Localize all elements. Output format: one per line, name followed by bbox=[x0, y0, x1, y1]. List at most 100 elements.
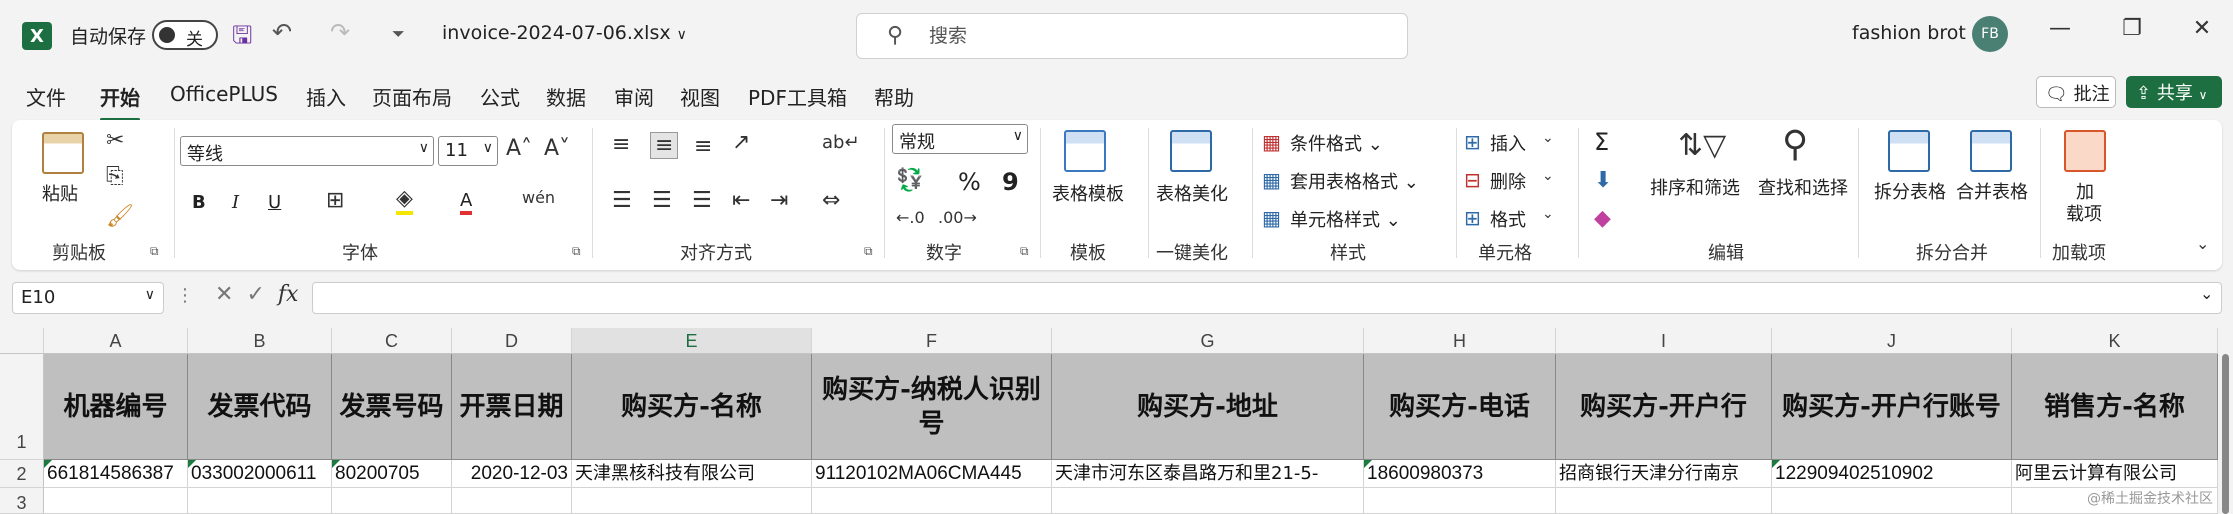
header-cell[interactable]: 购买方-开户行账号 bbox=[1772, 354, 2012, 460]
find-select-button[interactable]: 查找和选择 bbox=[1758, 174, 1848, 200]
undo-icon[interactable]: ↶ bbox=[272, 18, 292, 46]
expand-formula-bar-icon[interactable]: ⌄ bbox=[2200, 284, 2213, 303]
close-icon[interactable]: ✕ bbox=[2182, 16, 2222, 41]
dialog-launcher-icon[interactable]: ⧉ bbox=[572, 244, 581, 259]
customize-quick-access-icon[interactable]: ⏷ bbox=[392, 24, 405, 44]
share-button[interactable]: ⇪ 共享 ∨ bbox=[2126, 76, 2222, 108]
font-color-button[interactable]: A bbox=[460, 190, 473, 215]
header-cell[interactable]: 发票号码 bbox=[332, 354, 452, 460]
format-cells-button[interactable]: 格式 bbox=[1490, 206, 1526, 232]
tab-file[interactable]: 文件 bbox=[26, 82, 66, 111]
align-center-icon[interactable]: ☰ bbox=[652, 188, 672, 213]
header-cell[interactable]: 发票代码 bbox=[188, 354, 332, 460]
header-cell[interactable]: 开票日期 bbox=[452, 354, 572, 460]
phonetic-icon[interactable]: wén bbox=[522, 188, 555, 207]
add-ins-button-line2[interactable]: 载项 bbox=[2066, 200, 2102, 226]
number-format-select[interactable]: 常规 ∨ bbox=[892, 124, 1028, 154]
tab-formulas[interactable]: 公式 bbox=[480, 82, 520, 111]
data-cell[interactable]: 招商银行天津分行南京 bbox=[1556, 460, 1772, 488]
insert-function-icon[interactable]: fx bbox=[278, 282, 299, 307]
tab-view[interactable]: 视图 bbox=[680, 82, 720, 111]
minimize-icon[interactable]: — bbox=[2040, 16, 2080, 41]
add-ins-icon[interactable] bbox=[2064, 130, 2106, 172]
row-header-1[interactable]: 1 bbox=[0, 354, 44, 460]
header-cell[interactable]: 购买方-地址 bbox=[1052, 354, 1364, 460]
insert-cells-button[interactable]: 插入 bbox=[1490, 130, 1526, 156]
header-cell[interactable]: 购买方-名称 bbox=[572, 354, 812, 460]
enter-icon[interactable]: ✓ bbox=[246, 282, 264, 307]
increase-indent-icon[interactable]: ⇥ bbox=[770, 188, 788, 213]
empty-cell[interactable] bbox=[1772, 488, 2012, 514]
dialog-launcher-icon[interactable]: ⧉ bbox=[1020, 244, 1029, 259]
scrollbar-thumb[interactable] bbox=[2222, 354, 2229, 514]
italic-button[interactable]: I bbox=[232, 192, 239, 213]
format-cells-icon[interactable]: ⊞ bbox=[1464, 206, 1481, 230]
table-template-icon[interactable] bbox=[1064, 130, 1106, 172]
sort-filter-icon[interactable]: ⇅▽ bbox=[1678, 128, 1726, 163]
data-cell[interactable]: 18600980373 bbox=[1364, 460, 1556, 488]
font-name-select[interactable]: 等线 ∨ bbox=[180, 136, 434, 166]
column-header-i[interactable]: I bbox=[1556, 328, 1772, 354]
tab-review[interactable]: 审阅 bbox=[614, 82, 654, 111]
bold-button[interactable]: B bbox=[192, 192, 206, 213]
header-cell[interactable]: 购买方-开户行 bbox=[1556, 354, 1772, 460]
avatar[interactable]: FB bbox=[1972, 16, 2008, 52]
empty-cell[interactable] bbox=[812, 488, 1052, 514]
column-header-a[interactable]: A bbox=[44, 328, 188, 354]
fill-color-icon[interactable]: ◈ bbox=[396, 186, 413, 215]
column-header-h[interactable]: H bbox=[1364, 328, 1556, 354]
data-cell[interactable]: 80200705 bbox=[332, 460, 452, 488]
percent-button[interactable]: % bbox=[958, 168, 981, 196]
border-icon[interactable]: ⊞ bbox=[326, 188, 344, 213]
clear-icon[interactable]: ◆ bbox=[1594, 206, 1611, 231]
comma-style-button[interactable]: 9 bbox=[1002, 168, 1019, 196]
merge-table-icon[interactable] bbox=[1970, 130, 2012, 172]
column-header-f[interactable]: F bbox=[812, 328, 1052, 354]
empty-cell[interactable] bbox=[1556, 488, 1772, 514]
increase-font-icon[interactable]: A˄ bbox=[506, 136, 532, 161]
align-top-icon[interactable]: ≡ bbox=[612, 132, 630, 157]
align-middle-icon[interactable]: ≡ bbox=[650, 132, 679, 159]
decrease-indent-icon[interactable]: ⇤ bbox=[732, 188, 750, 213]
column-header-g[interactable]: G bbox=[1052, 328, 1364, 354]
tab-officeplus[interactable]: OfficePLUS bbox=[170, 82, 278, 106]
accounting-format-icon[interactable]: 💱 bbox=[896, 168, 923, 193]
chevron-down-icon[interactable]: ⌄ bbox=[1542, 130, 1554, 146]
tab-insert[interactable]: 插入 bbox=[306, 82, 346, 111]
empty-cell[interactable] bbox=[1052, 488, 1364, 514]
tab-home[interactable]: 开始 bbox=[100, 82, 140, 121]
formula-input[interactable] bbox=[312, 282, 2222, 314]
restore-icon[interactable]: ❐ bbox=[2112, 16, 2152, 41]
empty-cell[interactable] bbox=[1364, 488, 1556, 514]
header-cell[interactable]: 销售方-名称 bbox=[2012, 354, 2218, 460]
wrap-text-icon[interactable]: ab↵ bbox=[822, 132, 860, 153]
cell-styles-button[interactable]: 单元格样式 ⌄ bbox=[1290, 206, 1401, 232]
data-cell[interactable]: 2020-12-03 bbox=[452, 460, 572, 488]
row-header-2[interactable]: 2 bbox=[0, 460, 44, 488]
format-as-table-icon[interactable]: ▦ bbox=[1262, 168, 1281, 192]
align-left-icon[interactable]: ☰ bbox=[612, 188, 632, 213]
tab-help[interactable]: 帮助 bbox=[874, 82, 914, 111]
column-header-c[interactable]: C bbox=[332, 328, 452, 354]
header-cell[interactable]: 购买方-纳税人识别号 bbox=[812, 354, 1052, 460]
column-header-b[interactable]: B bbox=[188, 328, 332, 354]
empty-cell[interactable] bbox=[572, 488, 812, 514]
empty-cell[interactable] bbox=[452, 488, 572, 514]
data-cell[interactable]: 阿里云计算有限公司 bbox=[2012, 460, 2218, 488]
cell-styles-icon[interactable]: ▦ bbox=[1262, 206, 1281, 230]
column-header-k[interactable]: K bbox=[2012, 328, 2218, 354]
format-painter-icon[interactable]: 🖌 bbox=[106, 204, 134, 229]
chevron-down-icon[interactable]: ⌄ bbox=[1542, 206, 1554, 222]
font-size-select[interactable]: 11 ∨ bbox=[438, 136, 498, 166]
row-header-3[interactable]: 3 bbox=[0, 488, 44, 514]
data-cell[interactable]: 天津黑核科技有限公司 bbox=[572, 460, 812, 488]
autosave-toggle[interactable]: 关 bbox=[152, 20, 218, 50]
table-beautify-icon[interactable] bbox=[1170, 130, 1212, 172]
dialog-launcher-icon[interactable]: ⧉ bbox=[150, 244, 159, 259]
more-options-icon[interactable]: ⋮ bbox=[176, 285, 194, 306]
empty-cell[interactable] bbox=[44, 488, 188, 514]
comments-button[interactable]: 🗨 批注 bbox=[2036, 76, 2116, 108]
tab-pdf-tools[interactable]: PDF工具箱 bbox=[748, 82, 847, 111]
empty-cell[interactable] bbox=[332, 488, 452, 514]
increase-decimal-icon[interactable]: ←.0 bbox=[896, 208, 925, 227]
